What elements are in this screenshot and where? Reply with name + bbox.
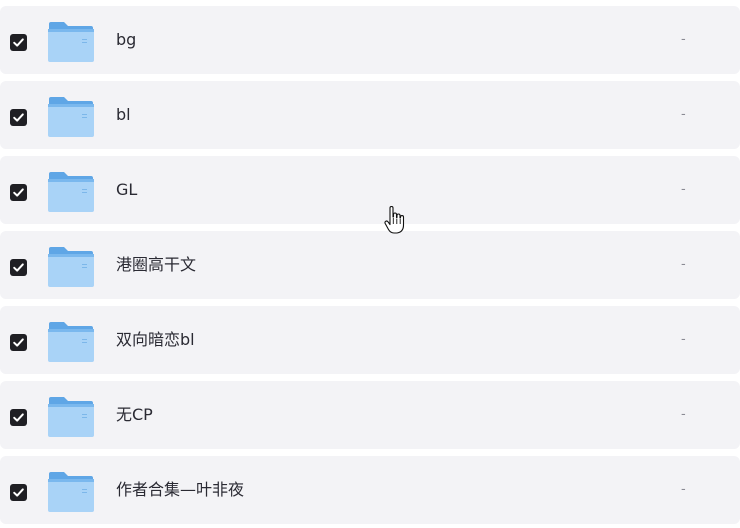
check-icon (13, 338, 24, 347)
file-row[interactable]: 无CP - (0, 381, 740, 449)
row-checkbox[interactable] (10, 259, 27, 276)
file-size: - (681, 332, 686, 347)
folder-icon (48, 472, 94, 512)
file-name[interactable]: 作者合集—叶非夜 (116, 480, 244, 500)
folder-icon (48, 22, 94, 62)
file-name[interactable]: bl (116, 105, 131, 125)
check-icon (13, 188, 24, 197)
file-size: - (681, 182, 686, 197)
file-row[interactable]: 作者合集—叶非夜 - (0, 456, 740, 524)
folder-icon (48, 397, 94, 437)
file-list: bg - bl - GL - 港圈高干文 - 双向暗恋bl - 无CP - 作者… (0, 0, 740, 528)
folder-icon (48, 97, 94, 137)
folder-icon (48, 172, 94, 212)
row-checkbox[interactable] (10, 184, 27, 201)
file-row[interactable]: bg - (0, 6, 740, 74)
file-size: - (681, 257, 686, 272)
check-icon (13, 263, 24, 272)
row-checkbox[interactable] (10, 34, 27, 51)
folder-icon (48, 247, 94, 287)
file-name[interactable]: 无CP (116, 405, 153, 425)
file-name[interactable]: bg (116, 30, 136, 50)
file-size: - (681, 32, 686, 47)
file-name[interactable]: GL (116, 180, 137, 200)
file-row[interactable]: bl - (0, 81, 740, 149)
file-size: - (681, 407, 686, 422)
file-size: - (681, 482, 686, 497)
check-icon (13, 413, 24, 422)
row-checkbox[interactable] (10, 409, 27, 426)
folder-icon (48, 322, 94, 362)
file-row[interactable]: GL - (0, 156, 740, 224)
row-checkbox[interactable] (10, 109, 27, 126)
file-row[interactable]: 双向暗恋bl - (0, 306, 740, 374)
file-name[interactable]: 港圈高干文 (116, 255, 196, 275)
file-size: - (681, 107, 686, 122)
check-icon (13, 488, 24, 497)
check-icon (13, 113, 24, 122)
row-checkbox[interactable] (10, 484, 27, 501)
check-icon (13, 38, 24, 47)
file-row[interactable]: 港圈高干文 - (0, 231, 740, 299)
file-name[interactable]: 双向暗恋bl (116, 330, 195, 350)
row-checkbox[interactable] (10, 334, 27, 351)
